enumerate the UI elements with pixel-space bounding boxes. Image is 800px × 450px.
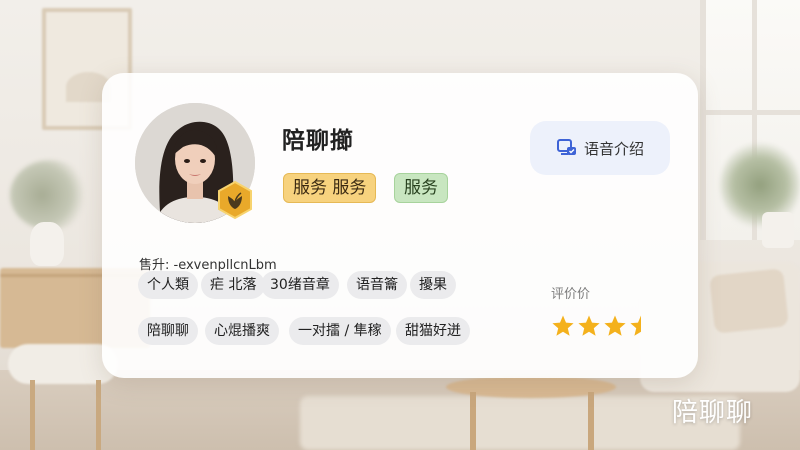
- profile-name: 陪聊擳: [282, 128, 354, 154]
- service-tag-green: 服务: [394, 173, 448, 203]
- skill-chip[interactable]: 陪聊聊: [138, 317, 198, 345]
- avatar-container: [135, 103, 255, 223]
- skill-chip[interactable]: 心焜播爽: [205, 317, 279, 345]
- skill-chip[interactable]: 疟 北落: [201, 271, 266, 299]
- profile-card: 陪聊擳 服务 服务 服务 语音介绍 售升: ‑exvenpllcnLbm 个人類…: [102, 73, 698, 378]
- watermark-text: 陪聊聊: [672, 398, 754, 428]
- voice-intro-icon: [556, 139, 576, 155]
- voice-intro-label: 语音介绍: [583, 139, 644, 158]
- skill-chip[interactable]: 30绪音章: [261, 271, 339, 299]
- rating-stars: [551, 314, 653, 338]
- skill-chip[interactable]: 语音籥: [347, 271, 407, 299]
- rating-label: 评价价: [551, 287, 591, 302]
- star-icon: [552, 315, 574, 336]
- skill-chip[interactable]: 擾果: [410, 271, 456, 299]
- half-star-icon: [630, 315, 641, 336]
- service-tag-gold: 服务 服务: [283, 173, 377, 203]
- star-icon: [604, 315, 626, 336]
- skill-chip[interactable]: 个人類: [138, 271, 198, 299]
- skill-chip[interactable]: 甜猫好迸: [396, 317, 470, 345]
- skill-chip[interactable]: 一对擂 / 隼稼: [289, 317, 391, 345]
- medal-badge-icon: [218, 180, 252, 220]
- voice-intro-button[interactable]: 语音介绍: [530, 121, 670, 175]
- star-icon: [578, 315, 600, 336]
